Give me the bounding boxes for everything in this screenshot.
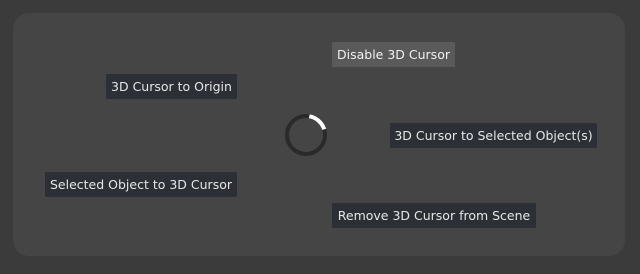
- selected-object-to-3d-cursor-button[interactable]: Selected Object to 3D Cursor: [45, 172, 237, 197]
- pie-ring-icon: [285, 114, 327, 156]
- 3d-cursor-to-selected-button[interactable]: 3D Cursor to Selected Object(s): [390, 123, 597, 148]
- disable-3d-cursor-button[interactable]: Disable 3D Cursor: [332, 42, 455, 67]
- remove-3d-cursor-button[interactable]: Remove 3D Cursor from Scene: [332, 203, 536, 228]
- 3d-cursor-to-origin-button[interactable]: 3D Cursor to Origin: [106, 74, 237, 99]
- pie-direction-indicator: [283, 112, 329, 158]
